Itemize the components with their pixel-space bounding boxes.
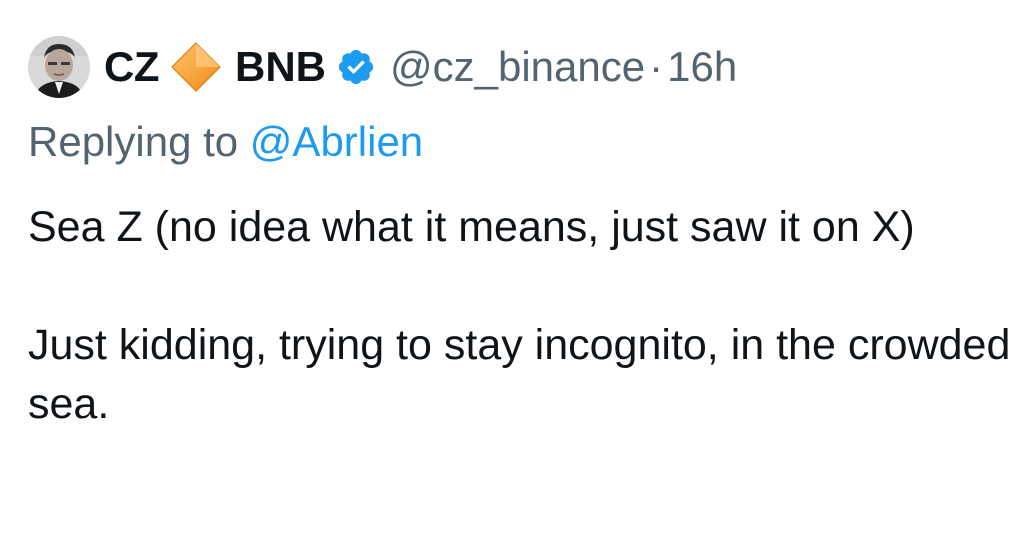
tweet-paragraph: Sea Z (no idea what it means, just saw i… <box>28 203 915 251</box>
blue-verified-badge-icon <box>336 47 376 87</box>
orange-diamond-icon <box>169 40 223 94</box>
author-display-name[interactable]: CZ <box>104 43 160 91</box>
reply-handle-link[interactable]: @Abrlien <box>250 118 423 165</box>
tweet-timestamp[interactable]: 16h <box>667 43 737 91</box>
author-handle[interactable]: @cz_binance <box>390 43 645 91</box>
replying-to-label: Replying to <box>28 118 239 165</box>
separator-dot: · <box>649 43 664 90</box>
avatar[interactable] <box>28 36 90 98</box>
tweet: CZ BNB @cz_binance · 16h Replying to @Ab… <box>0 0 1034 549</box>
tweet-text: Sea Z (no idea what it means, just saw i… <box>28 198 1018 434</box>
tweet-header: CZ BNB @cz_binance · 16h <box>28 34 737 100</box>
replying-to: Replying to @Abrlien <box>28 118 423 166</box>
tweet-paragraph: Just kidding, trying to stay incognito, … <box>28 321 1011 428</box>
author-affiliation[interactable]: BNB <box>235 43 326 91</box>
